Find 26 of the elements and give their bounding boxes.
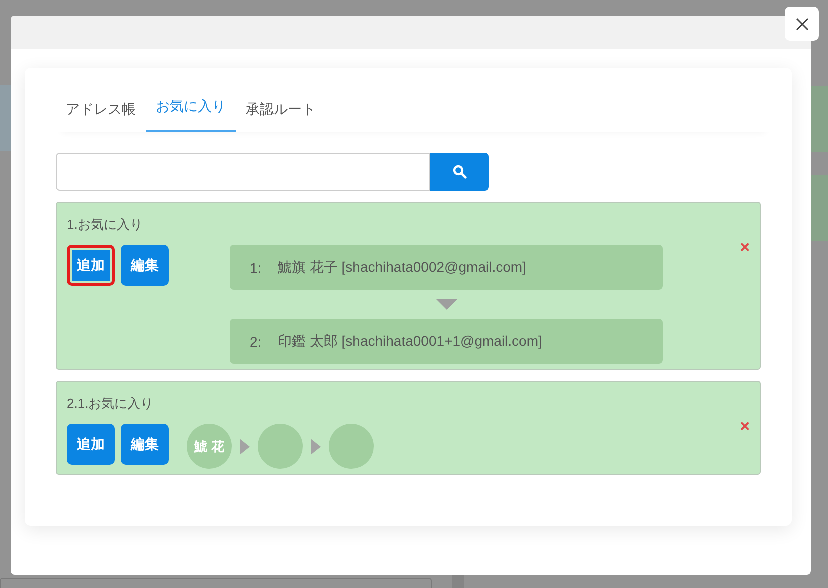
group-title: 1.お気に入り — [67, 216, 144, 234]
member-number: 1: — [250, 260, 263, 276]
down-arrow-icon — [436, 299, 458, 310]
search-button[interactable] — [430, 153, 489, 191]
empty-avatar — [329, 424, 374, 469]
empty-avatar — [258, 424, 303, 469]
right-arrow-icon — [311, 438, 321, 454]
add-button[interactable]: 追加 — [67, 424, 115, 465]
tab[interactable]: アドレス帳 — [56, 95, 146, 132]
member-avatar: 鯱 花 — [187, 424, 232, 469]
close-icon — [796, 18, 808, 30]
search-icon — [452, 165, 466, 179]
member-number: 2: — [250, 334, 263, 350]
right-arrow-icon — [240, 438, 250, 454]
tab[interactable]: お気に入り — [146, 95, 236, 132]
member-name: 印鑑 太郎 [shachihata0001+1@gmail.com] — [278, 332, 542, 350]
edit-button[interactable]: 編集 — [121, 245, 169, 286]
remove-button[interactable]: × — [740, 239, 750, 256]
close-button[interactable] — [785, 7, 819, 41]
member-name: 鯱旗 花子 [shachihata0002@gmail.com] — [278, 258, 526, 276]
add-button[interactable]: 追加 — [67, 245, 115, 286]
remove-button[interactable]: × — [740, 418, 750, 435]
group-title: 2.1.お気に入り — [67, 395, 155, 413]
tab[interactable]: 承認ルート — [236, 95, 326, 132]
search-field[interactable] — [56, 153, 430, 191]
edit-button[interactable]: 編集 — [121, 424, 169, 465]
